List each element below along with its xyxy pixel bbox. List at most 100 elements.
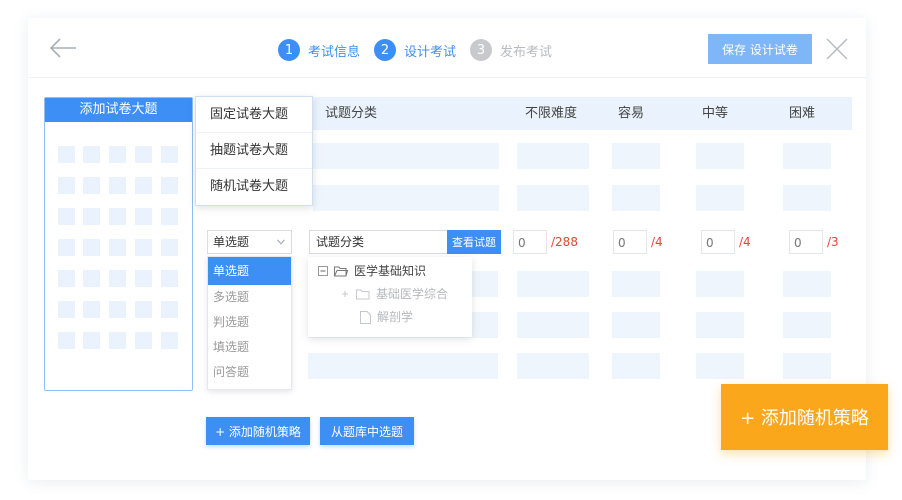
placeholder-cell (517, 353, 589, 379)
section-list-panel: 添加试卷大题 (44, 97, 193, 391)
placeholder-cell (612, 143, 660, 169)
count-max-medium: /4 (739, 235, 751, 249)
placeholder-cell (696, 353, 744, 379)
add-random-strategy-callout[interactable]: + 添加随机策略 (721, 384, 888, 450)
collapse-icon[interactable] (318, 266, 328, 276)
placeholder-block (58, 177, 75, 194)
placeholder-block (83, 239, 100, 256)
placeholder-block (161, 332, 178, 349)
tree-folder-label: 基础医学综合 (376, 287, 449, 301)
placeholder-block (109, 208, 126, 225)
placeholder-cell (783, 143, 831, 169)
step-2[interactable]: 2 设计考试 (374, 39, 456, 61)
count-input-hard[interactable]: 0 (789, 230, 823, 254)
option-fill-blank[interactable]: 填选题 (208, 335, 291, 360)
back-arrow-icon[interactable] (48, 36, 78, 60)
placeholder-cell (517, 312, 589, 338)
option-judgement[interactable]: 判选题 (208, 310, 291, 335)
tree-node-root[interactable]: 医学基础知识 (318, 261, 426, 281)
placeholder-cell (612, 312, 660, 338)
tree-file-label: 解剖学 (377, 310, 414, 324)
placeholder-cell (783, 271, 831, 297)
placeholder-cell (612, 353, 660, 379)
placeholder-block (83, 208, 100, 225)
placeholder-block (135, 208, 152, 225)
placeholder-block (58, 270, 75, 287)
placeholder-block (109, 239, 126, 256)
step-1-label: 考试信息 (308, 44, 361, 60)
file-icon (360, 310, 371, 324)
placeholder-block (109, 270, 126, 287)
placeholder-block (58, 239, 75, 256)
placeholder-cell (612, 185, 660, 211)
count-max-easy: /4 (651, 235, 663, 249)
placeholder-cell (696, 185, 744, 211)
question-type-value: 单选题 (213, 235, 250, 249)
placeholder-block (135, 146, 152, 163)
placeholder-block (58, 146, 75, 163)
placeholder-block (83, 146, 100, 163)
step-indicator: 1 考试信息 2 设计考试 3 发布考试 (278, 38, 566, 62)
add-random-strategy-button[interactable]: + 添加随机策略 (206, 417, 310, 445)
placeholder-block (58, 208, 75, 225)
menu-item-random-section[interactable]: 随机试卷大题 (196, 169, 312, 205)
tree-node-file[interactable]: 解剖学 (360, 307, 413, 327)
add-section-header[interactable]: 添加试卷大题 (45, 98, 192, 122)
folder-open-icon (334, 266, 348, 277)
placeholder-cell (517, 271, 589, 297)
select-from-bank-button[interactable]: 从题库中选题 (320, 417, 414, 445)
strategy-table-header: 试题分类 不限难度 容易 中等 困难 (313, 97, 852, 130)
step-3-label: 发布考试 (500, 44, 553, 60)
step-1-number: 1 (278, 39, 300, 61)
option-multiple-choice[interactable]: 多选题 (208, 285, 291, 310)
count-input-any[interactable]: 0 (513, 230, 547, 254)
placeholder-block (83, 301, 100, 318)
question-type-select[interactable]: 单选题 (207, 230, 292, 254)
placeholder-block (83, 270, 100, 287)
placeholder-block (161, 239, 178, 256)
count-max-hard: /3 (827, 235, 839, 249)
placeholder-cell (308, 353, 498, 379)
tree-root-label: 医学基础知识 (354, 264, 427, 278)
placeholder-cell (696, 271, 744, 297)
option-essay[interactable]: 问答题 (208, 360, 291, 385)
category-input[interactable]: 试题分类 (309, 230, 448, 254)
placeholder-block (161, 270, 178, 287)
placeholder-cell (783, 185, 831, 211)
header-easy: 容易 (618, 106, 645, 121)
placeholder-block (135, 332, 152, 349)
placeholder-block (135, 177, 152, 194)
count-input-easy[interactable]: 0 (613, 230, 647, 254)
placeholder-block (135, 301, 152, 318)
placeholder-block (161, 208, 178, 225)
option-single-choice[interactable]: 单选题 (208, 257, 291, 285)
step-1[interactable]: 1 考试信息 (278, 39, 360, 61)
step-3-number: 3 (470, 39, 493, 61)
menu-item-fixed-section[interactable]: 固定试卷大题 (196, 97, 312, 133)
header-category: 试题分类 (325, 106, 378, 121)
view-questions-button[interactable]: 查看试题 (447, 230, 501, 254)
step-3[interactable]: 3 发布考试 (470, 39, 552, 61)
count-input-medium[interactable]: 0 (701, 230, 735, 254)
placeholder-cell (313, 143, 499, 169)
folder-icon (356, 289, 370, 300)
count-max-any: /288 (551, 235, 578, 249)
placeholder-block (83, 177, 100, 194)
placeholder-block (135, 270, 152, 287)
placeholder-block (58, 332, 75, 349)
close-icon[interactable] (824, 36, 850, 62)
placeholder-cell (313, 185, 499, 211)
placeholder-block (161, 301, 178, 318)
placeholder-cell (783, 353, 831, 379)
save-paper-button[interactable]: 保存 设计试卷 (708, 34, 812, 64)
placeholder-cell (612, 271, 660, 297)
placeholder-block (161, 146, 178, 163)
tree-node-folder[interactable]: 基础医学综合 (340, 284, 448, 304)
placeholder-cell (696, 312, 744, 338)
menu-item-draw-section[interactable]: 抽题试卷大题 (196, 133, 312, 169)
step-2-number: 2 (374, 39, 397, 61)
placeholder-block (109, 301, 126, 318)
section-type-menu: 固定试卷大题 抽题试卷大题 随机试卷大题 (195, 96, 313, 206)
expand-icon[interactable] (340, 289, 350, 299)
header-hard: 困难 (789, 106, 816, 121)
